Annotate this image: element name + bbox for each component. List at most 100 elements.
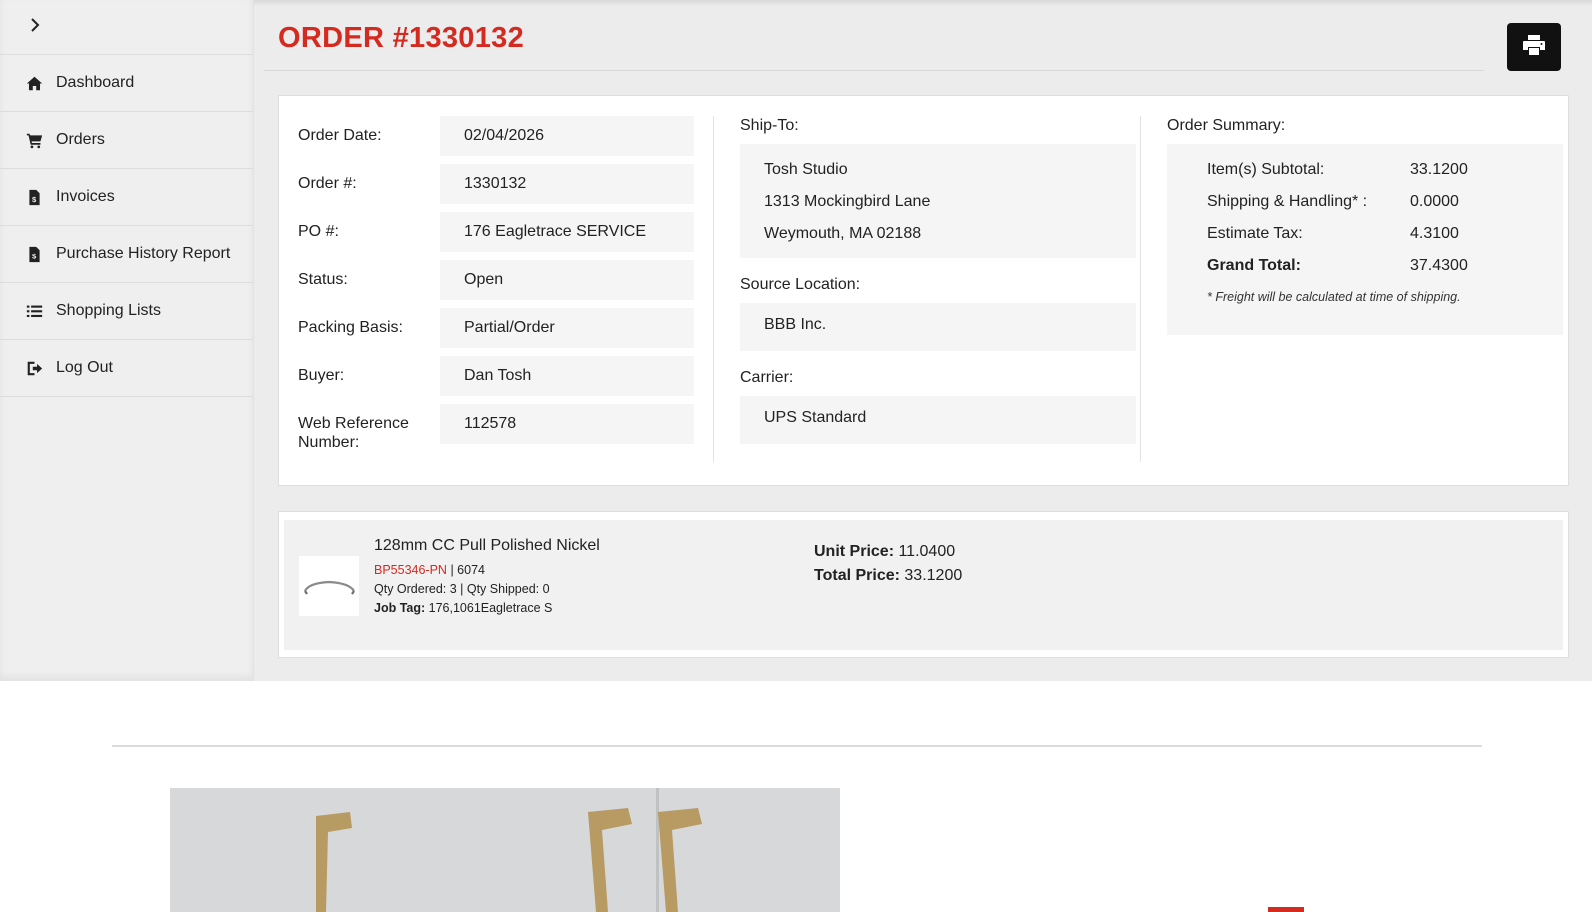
promo-image — [170, 788, 840, 912]
field-label: Web Reference Number: — [298, 415, 409, 451]
sidebar-item-label: Shopping Lists — [56, 302, 161, 319]
sidebar-item-purchase-history[interactable]: $ Purchase History Report — [0, 226, 253, 283]
summary-row-grand-total: Grand Total: 37.4300 — [1207, 250, 1563, 282]
field-value: 176 Eagletrace SERVICE — [440, 212, 694, 252]
field-value: Partial/Order — [440, 308, 694, 348]
item-info: 128mm CC Pull Polished Nickel BP55346-PN… — [374, 537, 600, 618]
item-name: 128mm CC Pull Polished Nickel — [374, 537, 600, 554]
sidebar-item-label: Purchase History Report — [56, 245, 231, 262]
field-packing-basis: Packing Basis: Partial/Order — [298, 308, 705, 356]
address-line: Weymouth, MA 02188 — [764, 225, 922, 242]
field-label: PO #: — [298, 223, 339, 240]
address-line: 1313 Mockingbird Lane — [764, 193, 931, 210]
sidebar-item-dashboard[interactable]: Dashboard — [0, 55, 253, 112]
field-label: Order Date: — [298, 127, 382, 144]
summary-value: 0.0000 — [1410, 193, 1459, 210]
field-value: 1330132 — [440, 164, 694, 204]
order-details-card: Order Date: 02/04/2026 Order #: 1330132 … — [278, 95, 1569, 486]
sidebar-item-orders[interactable]: Orders — [0, 112, 253, 169]
address-line: Tosh Studio — [764, 161, 848, 178]
footer — [0, 681, 1592, 912]
field-order-number: Order #: 1330132 — [298, 164, 705, 212]
product-thumbnail[interactable] — [299, 556, 359, 616]
item-prices: Unit Price: 11.0400 Total Price: 33.1200 — [814, 540, 962, 588]
item-sku-line: BP55346-PN | 6074 — [374, 561, 600, 580]
summary-row-shipping: Shipping & Handling* : 0.0000 — [1207, 186, 1563, 218]
sidebar-item-label: Log Out — [56, 359, 113, 376]
cabinet-pulls-photo — [170, 788, 840, 912]
summary-key: Estimate Tax: — [1207, 225, 1303, 242]
sidebar-item-shopping-lists[interactable]: Shopping Lists — [0, 283, 253, 340]
job-tag-value: 176,1061Eagletrace S — [425, 601, 553, 615]
item-job-tag: Job Tag: 176,1061Eagletrace S — [374, 599, 600, 618]
total-price-label: Total Price: — [814, 567, 900, 584]
summary-key: Item(s) Subtotal: — [1207, 161, 1325, 178]
footer-divider — [112, 745, 1482, 747]
ship-to-address: Tosh Studio 1313 Mockingbird Lane Weymou… — [740, 144, 1136, 258]
invoice-icon: $ — [24, 244, 44, 264]
summary-value: 33.1200 — [1410, 161, 1468, 178]
summary-row-tax: Estimate Tax: 4.3100 — [1207, 218, 1563, 250]
field-label: Buyer: — [298, 367, 345, 384]
shipping-info: Ship-To: Tosh Studio 1313 Mockingbird La… — [740, 117, 1136, 444]
source-location-label: Source Location: — [740, 276, 861, 293]
freight-note: * Freight will be calculated at time of … — [1207, 290, 1461, 304]
ship-to-label: Ship-To: — [740, 117, 799, 134]
field-value: 02/04/2026 — [440, 116, 694, 156]
unit-price: Unit Price: 11.0400 — [814, 540, 962, 564]
print-button[interactable] — [1507, 23, 1561, 71]
sidebar-toggle[interactable] — [0, 0, 253, 55]
cart-icon — [24, 130, 44, 150]
order-fields: Order Date: 02/04/2026 Order #: 1330132 … — [298, 116, 705, 452]
field-po-number: PO #: 176 Eagletrace SERVICE — [298, 212, 705, 260]
summary-key: Shipping & Handling* : — [1207, 193, 1368, 210]
carrier-value: UPS Standard — [740, 396, 1136, 444]
source-location-value: BBB Inc. — [740, 303, 1136, 351]
sidebar: Dashboard Orders $ Invoices $ Purchase H… — [0, 0, 254, 681]
logout-icon — [24, 358, 44, 378]
field-order-date: Order Date: 02/04/2026 — [298, 116, 705, 164]
line-item-card: 128mm CC Pull Polished Nickel BP55346-PN… — [278, 511, 1569, 658]
summary-value: 4.3100 — [1410, 225, 1459, 242]
field-label: Status: — [298, 271, 348, 288]
page-title: ORDER #1330132 — [278, 22, 525, 54]
unit-price-value: 11.0400 — [894, 543, 956, 560]
order-summary-label: Order Summary: — [1167, 117, 1286, 134]
sidebar-item-label: Dashboard — [56, 74, 135, 91]
home-icon — [24, 73, 44, 93]
main-content: ORDER #1330132 Order Date: 02/04/2026 Or… — [254, 0, 1592, 681]
field-value: 112578 — [440, 404, 694, 444]
column-divider — [1140, 116, 1141, 462]
field-web-reference-number: Web Reference Number: 112578 — [298, 404, 705, 452]
field-buyer: Buyer: Dan Tosh — [298, 356, 705, 404]
sidebar-item-label: Invoices — [56, 188, 115, 205]
order-summary-box: Item(s) Subtotal: 33.1200 Shipping & Han… — [1167, 144, 1563, 335]
chevron-right-icon — [28, 17, 42, 37]
promo-accent-bar — [1268, 907, 1304, 912]
printer-icon — [1523, 34, 1545, 60]
item-sku-link[interactable]: BP55346-PN — [374, 563, 447, 577]
field-label: Packing Basis: — [298, 319, 403, 336]
column-divider — [713, 116, 714, 462]
field-status: Status: Open — [298, 260, 705, 308]
job-tag-label: Job Tag: — [374, 601, 426, 615]
field-value: Dan Tosh — [440, 356, 694, 396]
unit-price-label: Unit Price: — [814, 543, 895, 560]
total-price-value: 33.1200 — [899, 567, 963, 584]
invoice-icon: $ — [24, 187, 44, 207]
carrier-label: Carrier: — [740, 369, 794, 386]
sidebar-item-label: Orders — [56, 131, 105, 148]
order-summary: Order Summary: Item(s) Subtotal: 33.1200… — [1167, 117, 1563, 335]
summary-key: Grand Total: — [1207, 257, 1301, 274]
title-divider — [264, 70, 1484, 71]
summary-row-subtotal: Item(s) Subtotal: 33.1200 — [1207, 154, 1563, 186]
list-item: 128mm CC Pull Polished Nickel BP55346-PN… — [284, 520, 1563, 650]
list-icon — [24, 301, 44, 321]
total-price: Total Price: 33.1200 — [814, 564, 962, 588]
item-sku-suffix: | 6074 — [446, 563, 485, 577]
sidebar-item-log-out[interactable]: Log Out — [0, 340, 253, 397]
sidebar-item-invoices[interactable]: $ Invoices — [0, 169, 253, 226]
field-label: Order #: — [298, 175, 357, 192]
item-qty-line: Qty Ordered: 3 | Qty Shipped: 0 — [374, 582, 550, 596]
summary-value: 37.4300 — [1410, 257, 1468, 274]
